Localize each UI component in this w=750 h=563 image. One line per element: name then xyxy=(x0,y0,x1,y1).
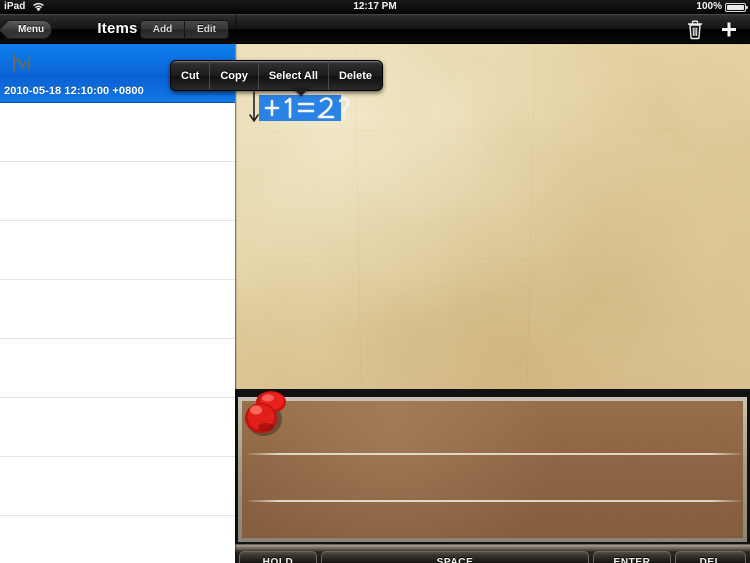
context-menu-item-delete[interactable]: Delete xyxy=(327,61,382,90)
trash-icon[interactable] xyxy=(684,19,706,40)
list-item[interactable] xyxy=(0,280,235,339)
list-item-date: 2010-05-18 12:10:00 +0800 xyxy=(4,85,144,97)
status-clock: 12:17 PM xyxy=(353,1,397,12)
list-item[interactable] xyxy=(0,398,235,457)
status-bar: iPad 12:17 PM 100% xyxy=(0,0,750,14)
hold-key[interactable]: HOLD xyxy=(239,551,317,563)
list-item[interactable] xyxy=(0,103,235,162)
battery-percent-label: 100% xyxy=(696,1,722,12)
cork-texture xyxy=(242,401,743,538)
menu-back-button-label: Menu xyxy=(18,24,45,35)
enter-key[interactable]: ENTER xyxy=(593,551,671,563)
detail-panel: HOLD SPACE ENTER DEL xyxy=(235,14,750,563)
context-menu-item-copy[interactable]: Copy xyxy=(209,61,258,90)
writing-board-frame xyxy=(238,397,747,542)
items-list[interactable]: 2010-05-18 12:10:00 +0800 xyxy=(0,44,235,563)
plus-icon[interactable] xyxy=(718,19,740,40)
guide-line xyxy=(248,500,741,502)
list-item[interactable] xyxy=(0,457,235,516)
add-edit-segmented-control: Add Edit xyxy=(140,20,229,39)
context-menu-item-cut[interactable]: Cut xyxy=(171,61,209,90)
handwriting-canvas[interactable] xyxy=(235,44,750,389)
list-item[interactable] xyxy=(0,221,235,280)
writing-board[interactable] xyxy=(235,389,750,544)
edit-context-menu: Cut Copy Select All Delete xyxy=(170,60,383,91)
list-item[interactable] xyxy=(0,162,235,221)
list-item[interactable] xyxy=(0,339,235,398)
battery-fill xyxy=(727,5,744,10)
guide-line xyxy=(248,453,741,455)
list-item[interactable] xyxy=(0,516,235,563)
space-key[interactable]: SPACE xyxy=(321,551,589,563)
red-pushpin-icon xyxy=(245,391,286,436)
delete-key[interactable]: DEL xyxy=(675,551,746,563)
handwriting-thumbnail-icon xyxy=(13,53,30,72)
master-list-panel: Menu Items Add Edit 2010-05-18 12:10:00 … xyxy=(0,14,235,563)
add-item-button[interactable]: Add xyxy=(141,21,184,38)
cork-surface[interactable] xyxy=(242,401,743,538)
detail-navigation-bar xyxy=(235,14,750,44)
context-menu-item-select-all[interactable]: Select All xyxy=(257,61,328,90)
battery-icon xyxy=(725,3,748,12)
edit-list-button[interactable]: Edit xyxy=(184,21,228,38)
context-menu-pointer xyxy=(292,87,310,96)
ipad-app-window: iPad 12:17 PM 100% Menu Items Add Edit 2… xyxy=(0,0,750,563)
keyboard-toolbar: HOLD SPACE ENTER DEL xyxy=(235,544,750,563)
sidebar-navigation-bar: Menu Items Add Edit xyxy=(0,14,235,44)
